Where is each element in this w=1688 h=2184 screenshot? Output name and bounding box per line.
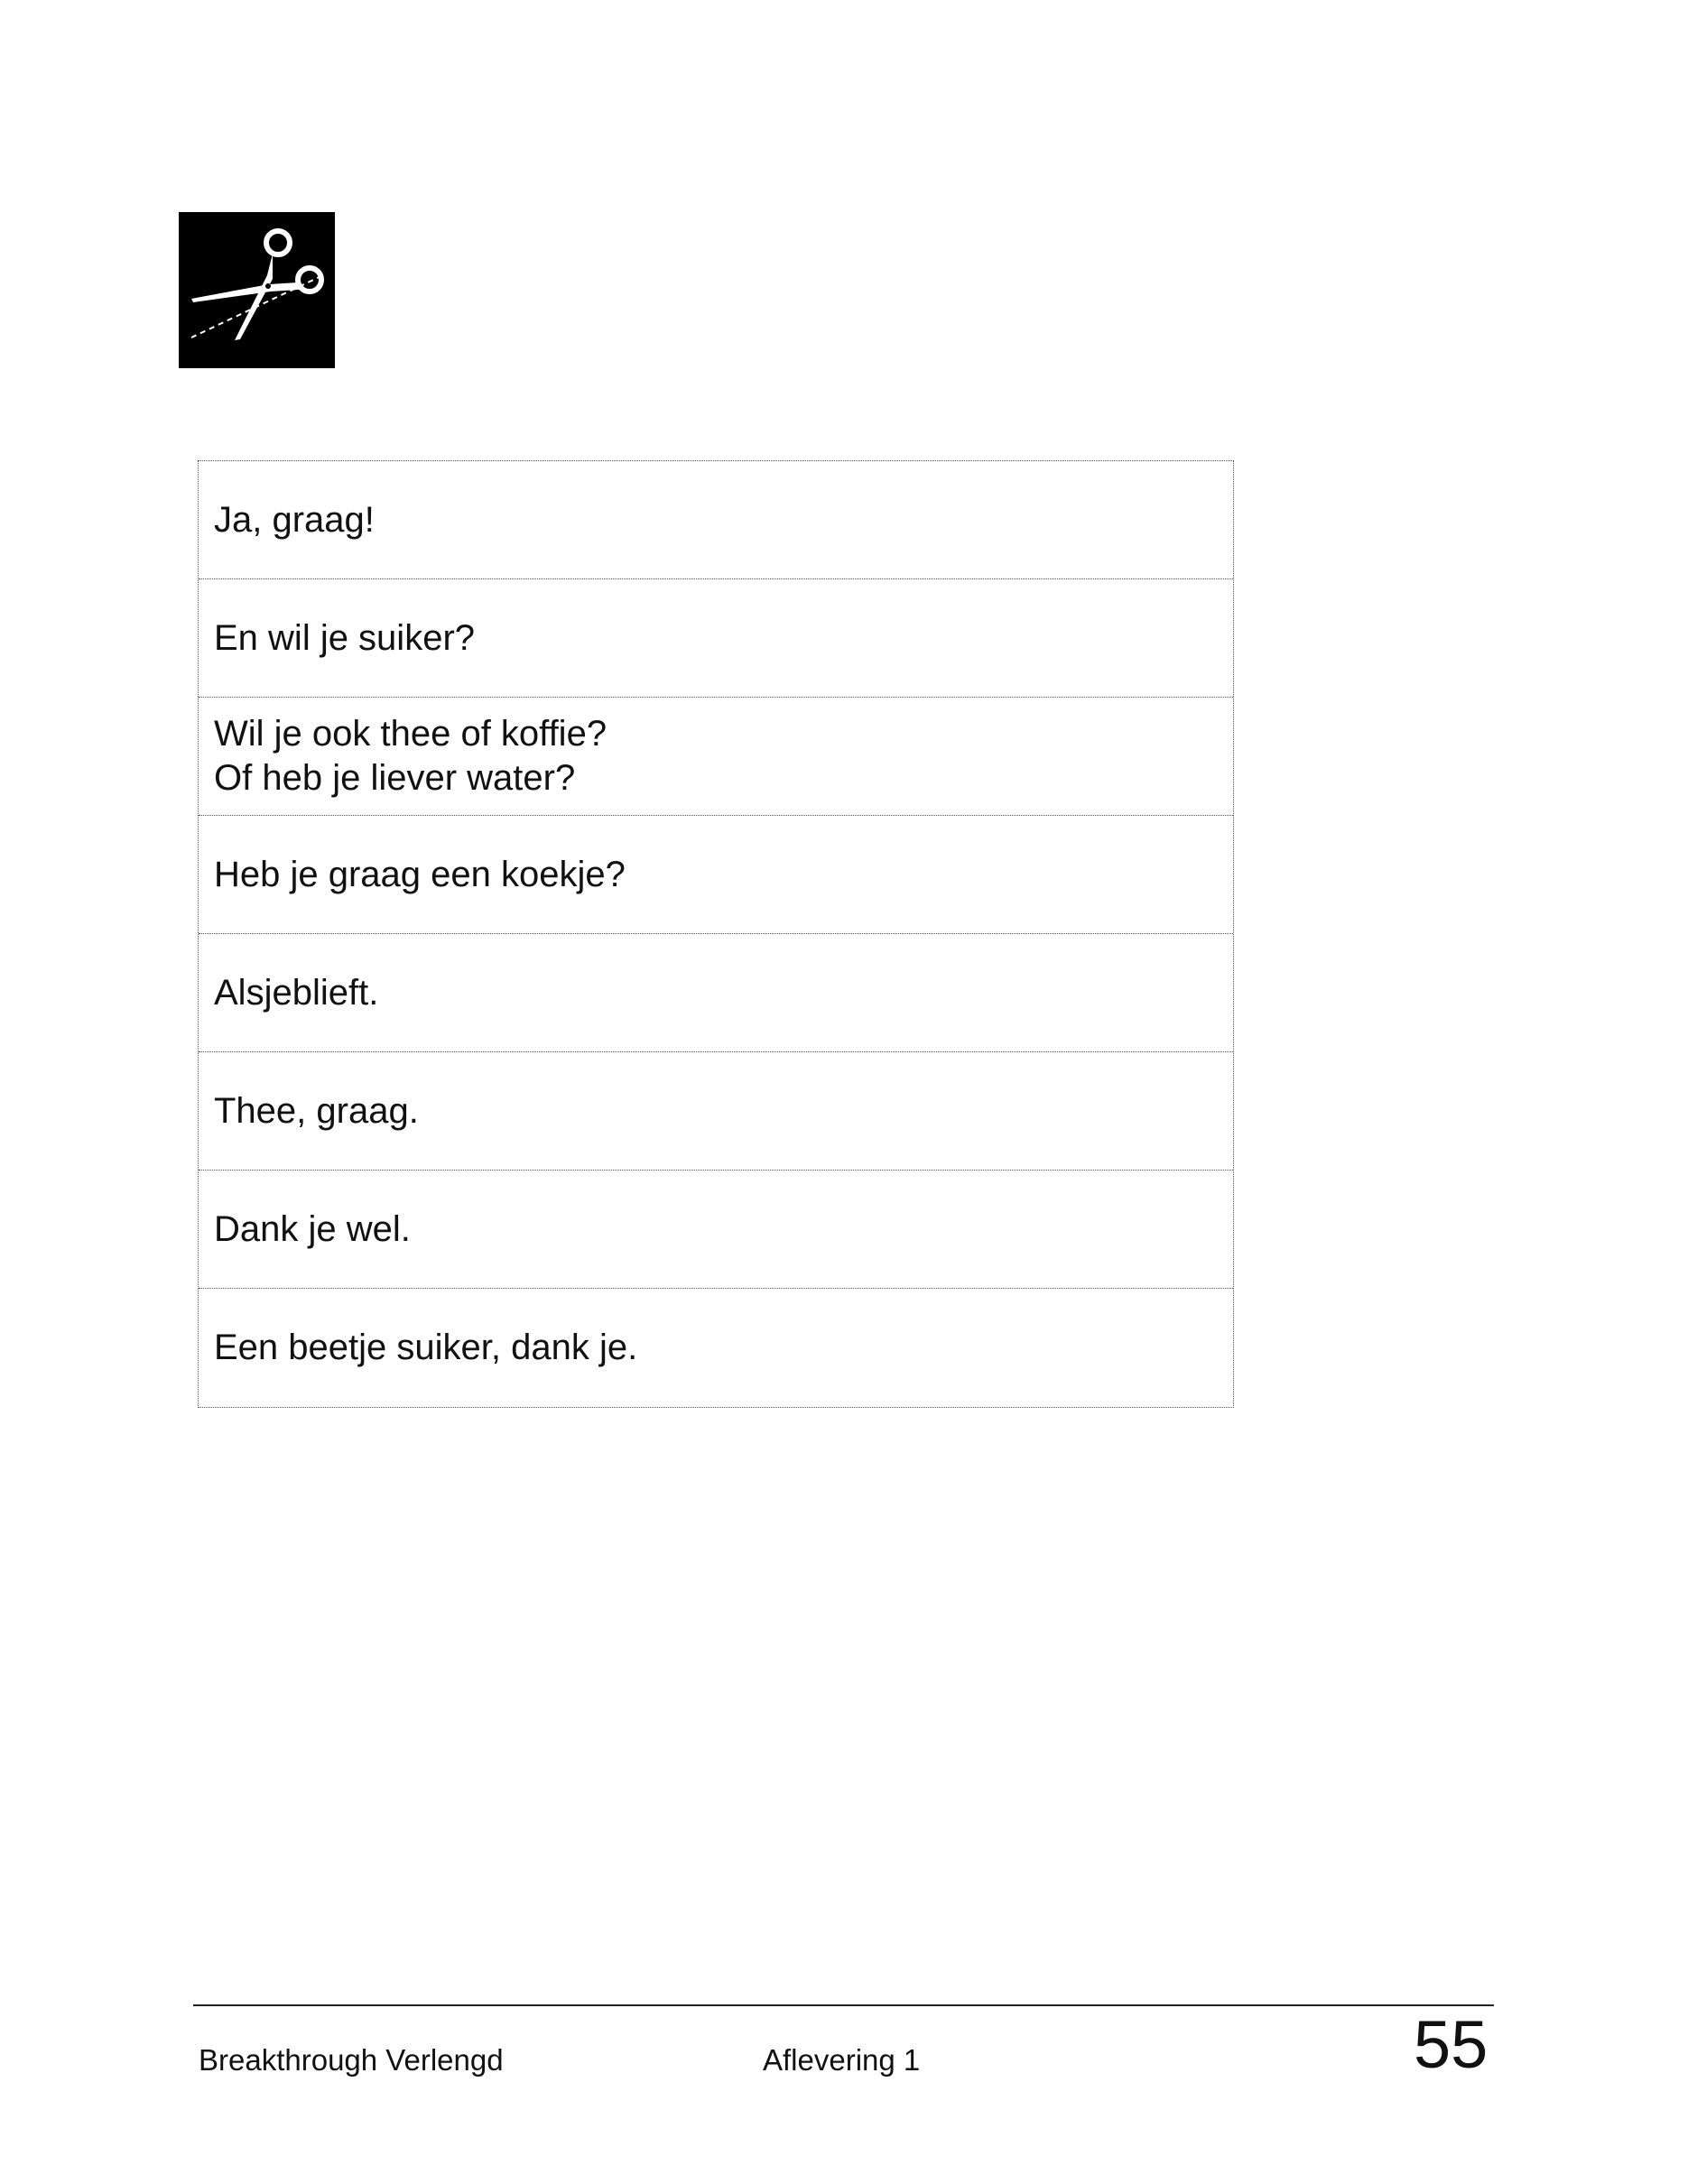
- phrase-text: Wil je ook thee of koffie?: [214, 714, 607, 754]
- phrase-text: Of heb je liever water?: [214, 758, 576, 798]
- phrase-card: Thee, graag.: [199, 1052, 1233, 1171]
- phrase-card: Ja, graag!: [199, 461, 1233, 579]
- phrase-card: Een beetje suiker, dank je.: [199, 1289, 1233, 1407]
- phrase-cards-table: Ja, graag! En wil je suiker? Wil je ook …: [198, 460, 1234, 1408]
- phrase-text: Heb je graag een koekje?: [214, 854, 626, 894]
- footer-divider: [193, 2004, 1494, 2006]
- phrase-card: Alsjeblieft.: [199, 934, 1233, 1052]
- phrase-text: Alsjeblieft.: [214, 972, 379, 1013]
- phrase-text: Ja, graag!: [214, 499, 375, 540]
- footer-episode: Aflevering 1: [763, 2043, 921, 2077]
- phrase-card: Heb je graag een koekje?: [199, 816, 1233, 934]
- phrase-card: En wil je suiker?: [199, 579, 1233, 698]
- scissors-icon: [179, 212, 335, 368]
- phrase-card: Wil je ook thee of koffie? Of heb je lie…: [199, 698, 1233, 816]
- phrase-text: En wil je suiker?: [214, 617, 476, 658]
- phrase-text: Thee, graag.: [214, 1090, 419, 1131]
- phrase-text: Een beetje suiker, dank je.: [214, 1328, 638, 1367]
- page-number: 55: [1414, 2007, 1489, 2082]
- phrase-card: Dank je wel.: [199, 1171, 1233, 1289]
- footer-course-title: Breakthrough Verlengd: [199, 2043, 504, 2077]
- phrase-text: Dank je wel.: [214, 1208, 411, 1249]
